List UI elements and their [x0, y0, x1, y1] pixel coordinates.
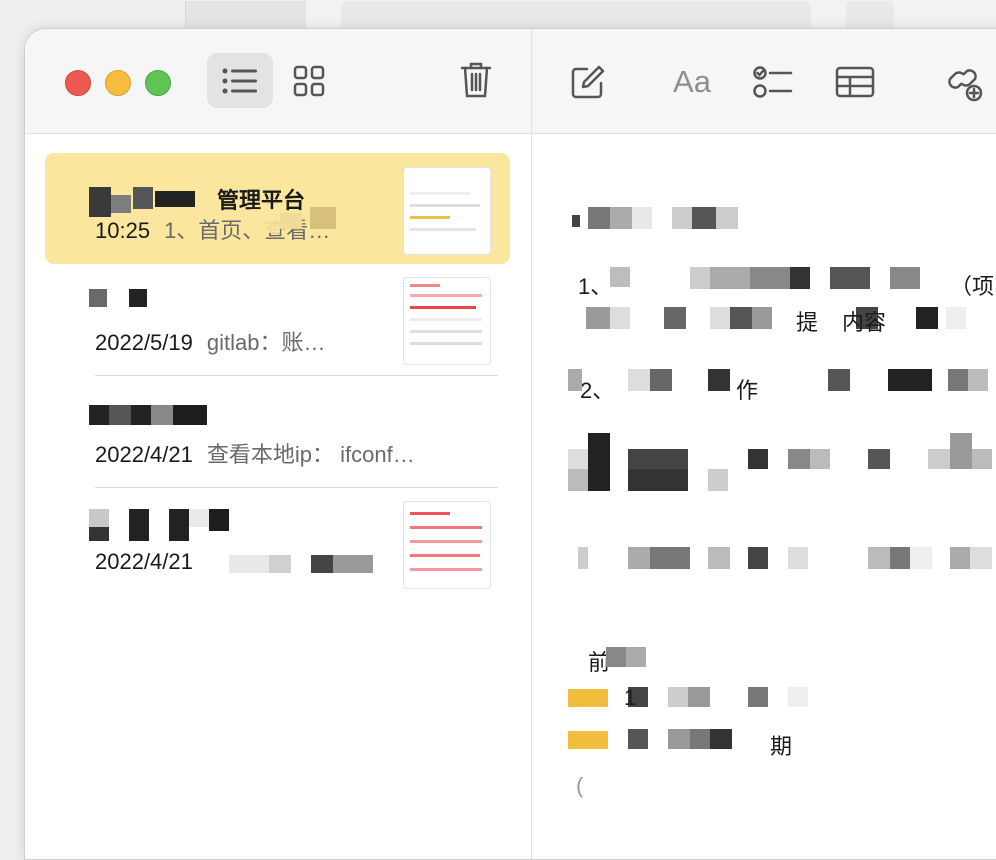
editor-line-fragment: 内容	[842, 310, 887, 335]
table-button[interactable]	[830, 57, 880, 107]
note-list-pane: 管理平台 10:25 1、首页、查看… 2022/5/19 gitlab：账… …	[25, 29, 532, 859]
note-date: 2022/5/19	[95, 330, 193, 355]
checklist-item-label: 期	[770, 734, 793, 759]
note-list-item[interactable]: 2022/5/19 gitlab：账…	[45, 265, 510, 375]
editor-line-fragment: 作	[736, 378, 759, 403]
checklist-marker[interactable]	[568, 731, 608, 749]
delete-button[interactable]	[453, 55, 499, 105]
editor-line-1-prefix: 1、	[578, 274, 613, 299]
note-preview: gitlab：账…	[206, 330, 326, 355]
checklist-button[interactable]	[747, 57, 799, 107]
grid-view-button[interactable]	[283, 59, 335, 103]
minimize-button[interactable]	[105, 70, 131, 96]
format-button[interactable]: Aa	[662, 57, 722, 107]
note-editor-pane: Aa 1、 （项 提 内容 2、 作 前 1 期 (	[532, 29, 996, 859]
note-list-item[interactable]: 2022/4/21	[45, 489, 510, 599]
redacted-line	[610, 267, 940, 291]
editor-line-fragment: 提	[796, 310, 819, 335]
note-thumbnail	[403, 277, 491, 365]
redacted-paragraph	[568, 433, 996, 493]
note-meta: 2022/4/21	[95, 549, 193, 575]
zoom-button[interactable]	[145, 70, 171, 96]
compose-icon	[571, 65, 605, 99]
note-divider	[95, 375, 498, 376]
redacted-line	[568, 547, 996, 571]
checklist-icon	[753, 66, 793, 98]
note-divider	[95, 487, 498, 488]
note-meta: 2022/5/19 gitlab：账…	[95, 325, 325, 357]
redacted-line	[576, 307, 996, 331]
note-meta: 2022/4/21 查看本地ip： ifconf…	[95, 437, 415, 469]
note-preview: 查看本地ip： ifconf…	[206, 442, 415, 467]
note-thumbnail	[403, 501, 491, 589]
list-view-button[interactable]	[207, 53, 273, 108]
redacted-heading	[572, 207, 742, 231]
table-icon	[835, 66, 875, 98]
grid-icon	[293, 65, 325, 97]
redacted-line	[568, 369, 996, 393]
link-icon	[948, 69, 983, 102]
redacted-title-block	[89, 289, 169, 313]
note-list-item[interactable]: 管理平台 10:25 1、首页、查看…	[45, 153, 510, 264]
checklist-item[interactable]	[568, 685, 868, 709]
note-date: 10:25	[95, 218, 151, 243]
link-button[interactable]	[938, 55, 990, 109]
note-list-toolbar	[25, 29, 531, 134]
trash-icon	[460, 62, 492, 98]
list-icon	[222, 68, 257, 93]
redacted-preview-block	[229, 553, 389, 579]
close-button[interactable]	[65, 70, 91, 96]
note-list-item[interactable]: 2022/4/21 查看本地ip： ifconf…	[45, 377, 510, 487]
redacted-title-block	[89, 405, 229, 429]
note-thumbnail	[403, 167, 491, 255]
editor-line-1-end: （项目	[950, 274, 996, 299]
editor-cursor-line: (	[576, 773, 584, 798]
redacted-preview-block	[250, 205, 360, 239]
checklist-item[interactable]	[568, 727, 868, 751]
checklist-item-label: 1	[624, 685, 637, 710]
checklist-marker[interactable]	[568, 689, 608, 707]
note-date: 2022/4/21	[95, 549, 193, 574]
note-date: 2022/4/21	[95, 442, 193, 467]
redacted-title-block	[89, 509, 249, 543]
redacted-section-heading	[606, 645, 666, 669]
editor-toolbar: Aa	[532, 29, 996, 134]
notes-window: 管理平台 10:25 1、首页、查看… 2022/5/19 gitlab：账… …	[24, 28, 996, 860]
new-note-button[interactable]	[562, 57, 614, 107]
